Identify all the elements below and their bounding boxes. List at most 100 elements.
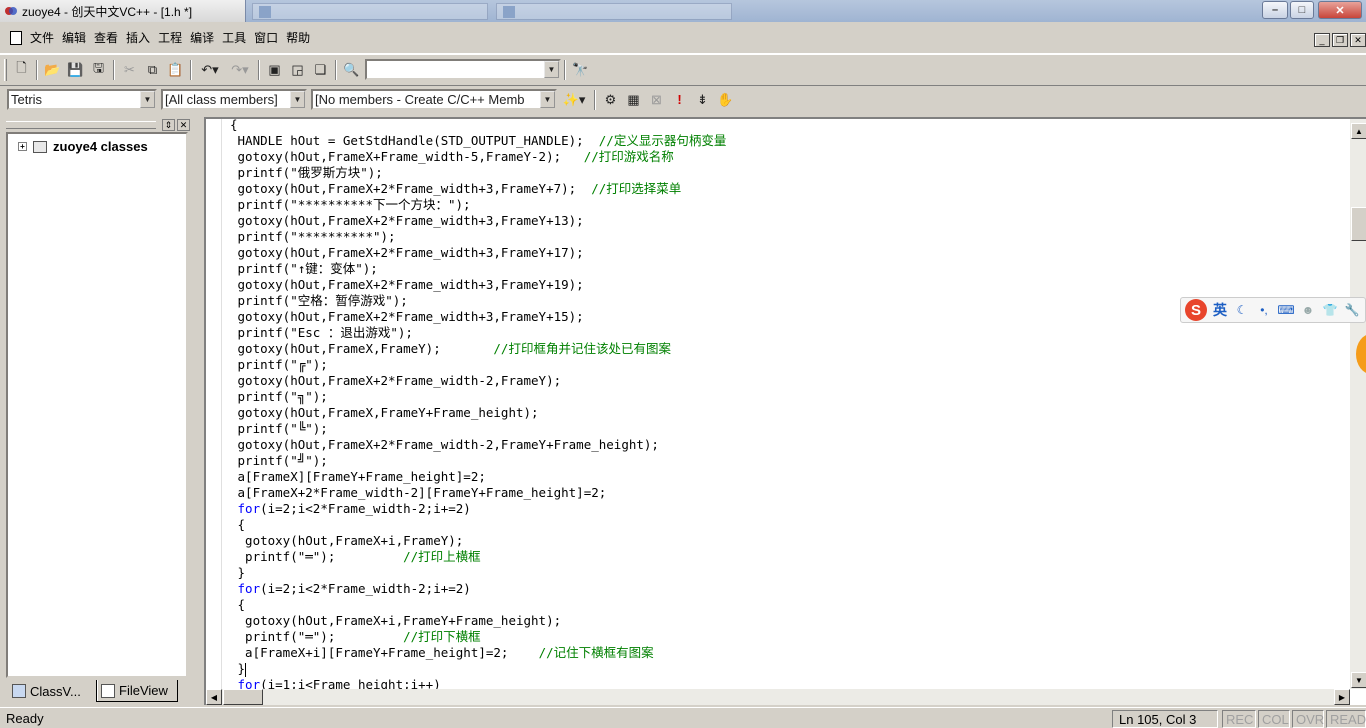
code-line[interactable]: { bbox=[230, 517, 1346, 533]
punctuation-icon[interactable]: •, bbox=[1257, 303, 1271, 317]
code-line[interactable]: gotoxy(hOut,FrameX,FrameY+Frame_height); bbox=[230, 405, 1346, 421]
vertical-scrollbar[interactable]: ▲ ▼ bbox=[1350, 119, 1366, 689]
code-line[interactable]: for(i=1;i<Frame_height;i++) bbox=[230, 677, 1346, 689]
menu-window[interactable]: 窗口 bbox=[250, 29, 282, 47]
class-tree[interactable]: + zuoye4 classes bbox=[6, 132, 188, 678]
code-line[interactable]: } bbox=[230, 661, 1346, 677]
code-line[interactable]: gotoxy(hOut,FrameX+2*Frame_width+3,Frame… bbox=[230, 309, 1346, 325]
taskbar-tab[interactable] bbox=[496, 3, 732, 20]
minimize-button[interactable]: – bbox=[1262, 1, 1288, 19]
active-window-tab[interactable]: zuoye4 - 创天中文VC++ - [1.h *] bbox=[0, 0, 246, 22]
code-line[interactable]: { bbox=[230, 597, 1346, 613]
scroll-right-icon[interactable]: ▶ bbox=[1334, 689, 1350, 705]
paste-icon[interactable]: 📋 bbox=[164, 59, 187, 81]
code-line[interactable]: a[FrameX+i][FrameY+Frame_height]=2; //记住… bbox=[230, 645, 1346, 661]
code-line[interactable]: } bbox=[230, 565, 1346, 581]
redo-icon[interactable]: ↷▾ bbox=[225, 59, 255, 81]
members-combo[interactable]: [No members - Create C/C++ Memb ▼ bbox=[311, 89, 557, 110]
dropdown-arrow-icon[interactable]: ▼ bbox=[290, 91, 305, 108]
tab-classview[interactable]: ClassV... bbox=[8, 680, 94, 702]
pane-restore-icon[interactable]: ⇕ bbox=[162, 119, 175, 131]
mdi-minimize-button[interactable]: _ bbox=[1314, 33, 1330, 47]
find-in-files-icon[interactable]: 🔍 bbox=[340, 59, 363, 81]
class-combo[interactable]: Tetris ▼ bbox=[7, 89, 157, 110]
close-button[interactable]: ✕ bbox=[1318, 1, 1362, 19]
dropdown-arrow-icon[interactable]: ▼ bbox=[540, 91, 555, 108]
code-line[interactable]: gotoxy(hOut,FrameX+Frame_width-5,FrameY-… bbox=[230, 149, 1346, 165]
mdi-close-button[interactable]: ✕ bbox=[1350, 33, 1366, 47]
ime-toolbar[interactable]: S 英 ☾ •, ⌨ ☻ 👕 🔧 bbox=[1180, 297, 1366, 323]
toolbar-grip[interactable] bbox=[4, 58, 7, 81]
scroll-down-icon[interactable]: ▼ bbox=[1351, 672, 1366, 688]
code-line[interactable]: printf("空格：暂停游戏"); bbox=[230, 293, 1346, 309]
code-line[interactable]: for(i=2;i<2*Frame_width-2;i+=2) bbox=[230, 501, 1346, 517]
code-line[interactable]: gotoxy(hOut,FrameX+2*Frame_width-2,Frame… bbox=[230, 373, 1346, 389]
cut-icon[interactable]: ✂ bbox=[118, 59, 141, 81]
filter-combo[interactable]: [All class members] ▼ bbox=[161, 89, 307, 110]
new-file-icon[interactable]: 🗋 bbox=[10, 59, 33, 81]
code-line[interactable]: printf("**********下一个方块："); bbox=[230, 197, 1346, 213]
scroll-up-icon[interactable]: ▲ bbox=[1351, 123, 1366, 139]
code-line[interactable]: { bbox=[230, 117, 1346, 133]
wizard-action-icon[interactable]: ✨▾ bbox=[557, 89, 591, 111]
code-editor[interactable]: { HANDLE hOut = GetStdHandle(STD_OUTPUT_… bbox=[204, 117, 1366, 705]
menu-build[interactable]: 编译 bbox=[186, 29, 218, 47]
code-line[interactable]: a[FrameX][FrameY+Frame_height]=2; bbox=[230, 469, 1346, 485]
wrench-icon[interactable]: 🔧 bbox=[1345, 303, 1360, 317]
scroll-left-icon[interactable]: ◀ bbox=[206, 689, 222, 705]
code-line[interactable]: gotoxy(hOut,FrameX+2*Frame_width+3,Frame… bbox=[230, 213, 1346, 229]
code-line[interactable]: printf("═"); //打印上横框 bbox=[230, 549, 1346, 565]
copy-icon[interactable]: ⧉ bbox=[141, 59, 164, 81]
code-line[interactable]: a[FrameX+2*Frame_width-2][FrameY+Frame_h… bbox=[230, 485, 1346, 501]
mdi-restore-button[interactable]: ❐ bbox=[1332, 33, 1348, 47]
moon-icon[interactable]: ☾ bbox=[1235, 303, 1249, 317]
tab-fileview[interactable]: FileView bbox=[96, 680, 178, 702]
code-line[interactable]: gotoxy(hOut,FrameX+2*Frame_width+3,Frame… bbox=[230, 277, 1346, 293]
menu-insert[interactable]: 插入 bbox=[122, 29, 154, 47]
scroll-thumb[interactable] bbox=[1351, 207, 1366, 241]
menu-view[interactable]: 查看 bbox=[90, 29, 122, 47]
menu-file[interactable]: 文件 bbox=[26, 29, 58, 47]
menu-project[interactable]: 工程 bbox=[154, 29, 186, 47]
build-icon[interactable]: ▦ bbox=[622, 89, 645, 111]
skin-icon[interactable]: 👕 bbox=[1323, 303, 1338, 317]
user-icon[interactable]: ☻ bbox=[1301, 303, 1315, 317]
expand-icon[interactable]: + bbox=[18, 142, 27, 151]
compile-icon[interactable]: ⚙ bbox=[599, 89, 622, 111]
code-line[interactable]: gotoxy(hOut,FrameX+i,FrameY+Frame_height… bbox=[230, 613, 1346, 629]
menu-tools[interactable]: 工具 bbox=[218, 29, 250, 47]
pane-close-icon[interactable]: ✕ bbox=[177, 119, 190, 131]
window-list-icon[interactable]: ❏ bbox=[309, 59, 332, 81]
workspace-header[interactable]: ⇕ ✕ bbox=[6, 119, 190, 131]
workspace-icon[interactable]: ▣ bbox=[263, 59, 286, 81]
code-line[interactable]: printf("Esc ：退出游戏"); bbox=[230, 325, 1346, 341]
code-line[interactable]: gotoxy(hOut,FrameX+2*Frame_width-2,Frame… bbox=[230, 437, 1346, 453]
breakpoint-icon[interactable]: ✋ bbox=[714, 89, 737, 111]
ime-logo-icon[interactable]: S bbox=[1185, 299, 1207, 321]
editor-gutter[interactable] bbox=[206, 119, 222, 689]
tree-item-root[interactable]: + zuoye4 classes bbox=[18, 139, 148, 154]
code-line[interactable]: for(i=2;i<2*Frame_width-2;i+=2) bbox=[230, 581, 1346, 597]
undo-icon[interactable]: ↶▾ bbox=[195, 59, 225, 81]
dropdown-arrow-icon[interactable]: ▼ bbox=[140, 91, 155, 108]
code-line[interactable]: gotoxy(hOut,FrameX+2*Frame_width+3,Frame… bbox=[230, 181, 1346, 197]
code-line[interactable]: printf("═"); //打印下横框 bbox=[230, 629, 1346, 645]
code-line[interactable]: HANDLE hOut = GetStdHandle(STD_OUTPUT_HA… bbox=[230, 133, 1346, 149]
code-line[interactable]: printf("俄罗斯方块"); bbox=[230, 165, 1346, 181]
go-icon[interactable]: ⇟ bbox=[691, 89, 714, 111]
stop-build-icon[interactable]: ⊠ bbox=[645, 89, 668, 111]
find-combo[interactable]: ▼ bbox=[365, 59, 561, 80]
ime-language-toggle[interactable]: 英 bbox=[1213, 300, 1227, 320]
execute-icon[interactable]: ! bbox=[668, 89, 691, 111]
code-line[interactable]: gotoxy(hOut,FrameX+i,FrameY); bbox=[230, 533, 1346, 549]
output-window-icon[interactable]: ◲ bbox=[286, 59, 309, 81]
code-line[interactable]: printf("**********"); bbox=[230, 229, 1346, 245]
save-all-icon[interactable]: 🖫 bbox=[87, 59, 110, 81]
dropdown-arrow-icon[interactable]: ▼ bbox=[544, 61, 559, 78]
hscroll-thumb[interactable] bbox=[223, 689, 263, 705]
code-line[interactable]: printf("╚"); bbox=[230, 421, 1346, 437]
taskbar-tab[interactable] bbox=[252, 3, 488, 20]
code-text[interactable]: { HANDLE hOut = GetStdHandle(STD_OUTPUT_… bbox=[230, 117, 1346, 689]
code-line[interactable]: printf("╗"); bbox=[230, 389, 1346, 405]
code-line[interactable]: printf("╝"); bbox=[230, 453, 1346, 469]
